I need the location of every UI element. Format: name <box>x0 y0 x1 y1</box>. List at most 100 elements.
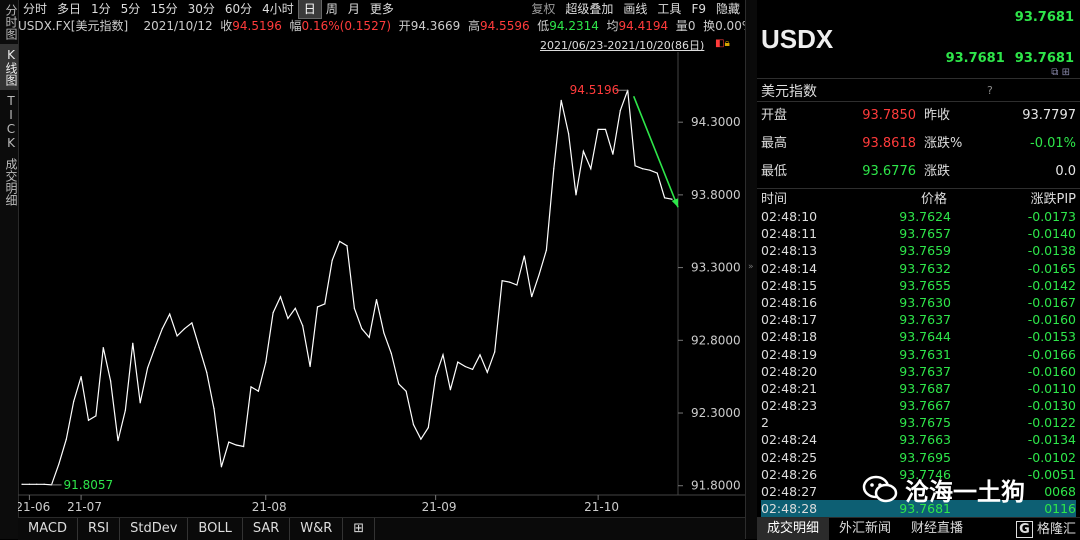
x-tick-label: 21-08 <box>252 500 287 514</box>
period-0[interactable]: 分时 <box>18 0 52 18</box>
view-tab-3[interactable]: 成交明细 <box>0 154 18 210</box>
tick-row[interactable]: 02:48:15 93.7655 -0.0142 <box>761 277 1076 294</box>
price-point <box>442 354 444 356</box>
period-6[interactable]: 60分 <box>220 0 257 18</box>
tick-row[interactable]: 02:48:23 93.7667 -0.0130 <box>761 397 1076 414</box>
stat-value: 0.0 <box>1055 164 1076 179</box>
view-tab-2[interactable]: TICK <box>0 90 18 154</box>
plus-icon[interactable]: ⊞ <box>343 518 376 540</box>
panel-tab-0[interactable]: 成交明细 <box>757 518 830 540</box>
indicator-3[interactable]: BOLL <box>188 518 243 540</box>
indicator-0[interactable]: MACD <box>18 518 78 540</box>
tick-time: 02:48:23 <box>761 398 818 414</box>
period-8[interactable]: 日 <box>297 0 322 19</box>
tick-change: -0.0134 <box>1027 432 1076 448</box>
price-point <box>28 483 30 485</box>
tick-price: 93.7630 <box>899 294 951 310</box>
tick-row[interactable]: 02:48:17 93.7637 -0.0160 <box>761 311 1076 328</box>
price-point <box>545 249 548 251</box>
price-point <box>339 240 341 243</box>
tick-row[interactable]: 02:48:18 93.7644 -0.0153 <box>761 328 1076 345</box>
tick-row[interactable]: 02:48:21 93.7687 -0.0110 <box>761 380 1076 397</box>
period-5[interactable]: 30分 <box>183 0 220 18</box>
y-tick-label: 94.3000 <box>691 115 741 129</box>
open-value: 94.3669 <box>410 19 461 33</box>
indicator-1[interactable]: RSI <box>78 518 121 540</box>
date-range-selector[interactable]: 2021/06/23-2021/10/20(86日) <box>540 37 704 53</box>
stat-value: 93.7797 <box>1022 108 1076 123</box>
tick-row[interactable]: 02:48:13 93.7659 -0.0138 <box>761 242 1076 259</box>
y-tick-label: 92.3000 <box>691 406 741 420</box>
bar-date: 2021/10/12 <box>143 19 213 33</box>
panel-icons[interactable]: ⧉ ⊞ <box>1051 67 1070 78</box>
restore-icon[interactable]: ⧉ <box>1051 67 1058 78</box>
tick-row[interactable]: 02:48:14 93.7632 -0.0165 <box>761 260 1076 277</box>
lock-icon[interactable]: 🔒︎ <box>724 38 729 49</box>
brand-logo: G 格隆汇 <box>1016 518 1076 538</box>
price-point <box>390 352 392 354</box>
view-tab-0[interactable]: 分时图 <box>0 0 18 44</box>
tick-row[interactable]: 02:48:11 93.7657 -0.0140 <box>761 225 1076 242</box>
tick-row[interactable]: 02:48:24 93.7663 -0.0134 <box>761 431 1076 448</box>
price-point <box>272 312 274 314</box>
brand-icon: G <box>1016 521 1033 538</box>
price-chart[interactable]: 94.3000 93.8000 93.3000 92.8000 92.3000 91.80… <box>15 52 745 517</box>
col-change: 涨跌PIP <box>1030 192 1076 207</box>
indicator-2[interactable]: StdDev <box>120 518 189 540</box>
price-point <box>634 165 636 167</box>
tool-2[interactable]: 画线 <box>618 0 652 18</box>
period-7[interactable]: 4小时 <box>257 0 299 18</box>
range-buttons[interactable]: ◧🔒︎ <box>715 38 730 49</box>
panel-tab-1[interactable]: 外汇新闻 <box>829 518 901 540</box>
indicator-5[interactable]: W&R <box>290 518 344 540</box>
tool-4[interactable]: F9 <box>686 0 711 18</box>
separator <box>757 188 1080 189</box>
price-point <box>405 390 407 392</box>
price-point <box>183 328 186 330</box>
price-point <box>169 313 171 315</box>
period-10[interactable]: 月 <box>343 0 365 18</box>
price-point <box>191 322 193 324</box>
stat-value: 93.6776 <box>862 164 916 179</box>
help-icon[interactable]: ? <box>987 84 993 97</box>
tool-3[interactable]: 工具 <box>652 0 686 18</box>
tick-price: 93.7631 <box>899 346 951 362</box>
price-point <box>124 409 127 411</box>
period-9[interactable]: 周 <box>321 0 343 18</box>
tick-row[interactable]: 02:48:20 93.7637 -0.0160 <box>761 363 1076 380</box>
tool-0[interactable]: 复权 <box>526 0 560 18</box>
price-point <box>575 194 577 196</box>
tick-row[interactable]: 02:48:10 93.7624 -0.0173 <box>761 208 1076 225</box>
stat-label: 开盘 <box>761 108 788 123</box>
tick-change: -0.0110 <box>1027 380 1076 396</box>
tick-row[interactable]: 02:48:19 93.7631 -0.0166 <box>761 346 1076 363</box>
view-tab-1[interactable]: K线图 <box>0 44 18 90</box>
period-4[interactable]: 15分 <box>145 0 182 18</box>
wechat-icon <box>862 475 898 503</box>
price-point <box>612 153 614 155</box>
quote-panel: USDX 93.7681 93.7681 93.7681 ⧉ ⊞ 美元指数 ? 开… <box>757 0 1080 540</box>
collapse-icon[interactable]: » <box>748 262 754 272</box>
tool-1[interactable]: 超级叠加 <box>560 0 618 18</box>
tick-price: 93.7695 <box>899 449 951 465</box>
period-2[interactable]: 1分 <box>86 0 116 18</box>
tick-row[interactable]: 02:48:16 93.7630 -0.0167 <box>761 294 1076 311</box>
panel-tab-2[interactable]: 财经直播 <box>901 518 973 540</box>
tool-5[interactable]: 隐藏 <box>711 0 745 18</box>
bid-price: 93.7681 <box>945 51 1005 66</box>
tick-time: 2 <box>761 415 769 431</box>
tick-change: -0.0165 <box>1027 260 1076 276</box>
price-point <box>316 306 319 308</box>
indicator-4[interactable]: SAR <box>243 518 291 540</box>
tick-change: -0.0160 <box>1027 363 1076 379</box>
period-1[interactable]: 多日 <box>52 0 86 18</box>
tick-row[interactable]: 2 93.7675 -0.0122 <box>761 414 1076 431</box>
tick-row[interactable]: 02:48:25 93.7695 -0.0102 <box>761 449 1076 466</box>
tick-change: -0.0142 <box>1027 277 1076 293</box>
add-icon[interactable]: ⊞ <box>1062 67 1070 78</box>
tick-change: 0116 <box>1044 501 1076 517</box>
period-3[interactable]: 5分 <box>116 0 146 18</box>
ticks-list[interactable]: 02:48:10 93.7624 -0.0173 02:48:11 93.7657 -0.… <box>761 208 1076 518</box>
tick-time: 02:48:16 <box>761 294 818 310</box>
period-11[interactable]: 更多 <box>365 0 399 18</box>
